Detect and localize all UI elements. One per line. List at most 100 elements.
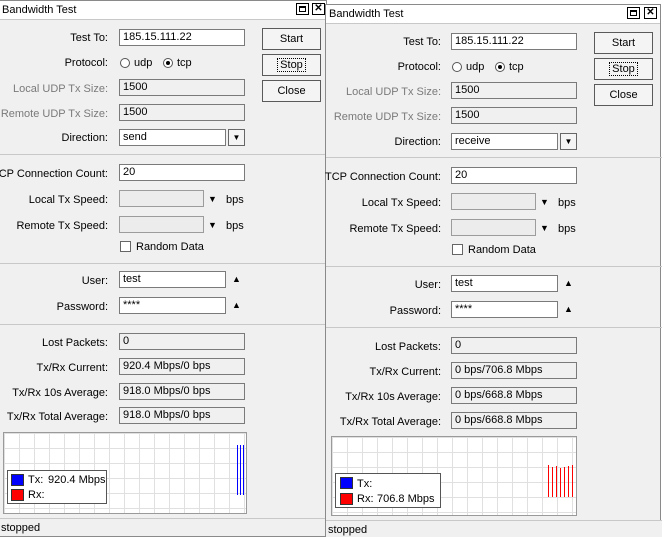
rx-graph-bar bbox=[564, 467, 565, 497]
separator bbox=[326, 327, 662, 328]
remote-tx-speed-dropdown-icon[interactable]: ▼ bbox=[208, 220, 217, 230]
password-field[interactable]: **** bbox=[119, 297, 226, 314]
bandwidth-test-window-left: Bandwidth Test ✕ Test To: 185.15.111.22 … bbox=[0, 0, 328, 537]
remote-tx-speed-field[interactable] bbox=[451, 219, 536, 236]
local-tx-speed-unit: bps bbox=[558, 197, 576, 209]
rx-legend-label: Rx: bbox=[28, 489, 45, 501]
random-data-checkbox[interactable] bbox=[120, 241, 131, 252]
title-bar[interactable]: Bandwidth Test ✕ bbox=[326, 5, 660, 24]
user-field[interactable]: test bbox=[119, 271, 226, 288]
separator bbox=[0, 154, 328, 155]
tx-legend-swatch bbox=[11, 474, 24, 486]
lost-packets-label: Lost Packets: bbox=[41, 337, 108, 349]
traffic-graph: Tx: 920.4 Mbps Rx: bbox=[3, 432, 247, 514]
direction-select[interactable]: send bbox=[119, 129, 226, 146]
graph-legend: Tx: Rx: 706.8 Mbps bbox=[335, 473, 441, 508]
test-to-field[interactable]: 185.15.111.22 bbox=[451, 33, 577, 50]
random-data-checkbox[interactable] bbox=[452, 244, 463, 255]
remote-tx-speed-label: Remote Tx Speed: bbox=[349, 223, 441, 235]
remote-udp-tx-size-label: Remote UDP Tx Size: bbox=[0, 108, 108, 120]
password-collapse-icon[interactable]: ▲ bbox=[232, 300, 241, 310]
local-tx-speed-field[interactable] bbox=[451, 193, 536, 210]
maximize-icon[interactable] bbox=[627, 7, 640, 19]
tcp-connection-count-field[interactable]: 20 bbox=[119, 164, 245, 181]
rx-legend-swatch bbox=[340, 493, 353, 505]
tx-rx-10s-average-label: Tx/Rx 10s Average: bbox=[345, 391, 441, 403]
close-button[interactable]: Close bbox=[594, 84, 653, 106]
udp-radio[interactable] bbox=[452, 62, 462, 72]
status-text: stopped bbox=[328, 524, 368, 536]
close-icon[interactable]: ✕ bbox=[644, 7, 657, 19]
tx-graph-bar bbox=[243, 445, 244, 495]
udp-radio[interactable] bbox=[120, 58, 130, 68]
user-collapse-icon[interactable]: ▲ bbox=[232, 274, 241, 284]
protocol-label: Protocol: bbox=[397, 61, 441, 73]
udp-radio-label: udp bbox=[466, 61, 485, 73]
local-tx-speed-dropdown-icon[interactable]: ▼ bbox=[208, 194, 217, 204]
local-tx-speed-dropdown-icon[interactable]: ▼ bbox=[540, 197, 549, 207]
start-button[interactable]: Start bbox=[594, 32, 653, 54]
tx-rx-current-label: Tx/Rx Current: bbox=[36, 362, 108, 374]
title-bar[interactable]: Bandwidth Test ✕ bbox=[0, 1, 326, 20]
stop-button[interactable]: Stop bbox=[262, 54, 321, 76]
tx-legend-swatch bbox=[340, 477, 353, 489]
user-field[interactable]: test bbox=[451, 275, 558, 292]
tcp-connection-count-label: TCP Connection Count: bbox=[0, 168, 108, 180]
local-udp-tx-size-label: Local UDP Tx Size: bbox=[13, 83, 108, 95]
maximize-icon[interactable] bbox=[296, 3, 309, 15]
direction-dropdown-icon[interactable]: ▼ bbox=[228, 129, 245, 146]
tx-rx-current-field: 0 bps/706.8 Mbps bbox=[451, 362, 577, 379]
test-to-label: Test To: bbox=[403, 36, 441, 48]
close-button[interactable]: Close bbox=[262, 80, 321, 102]
separator bbox=[0, 324, 328, 325]
local-tx-speed-label: Local Tx Speed: bbox=[28, 194, 108, 206]
protocol-label: Protocol: bbox=[64, 57, 108, 69]
local-tx-speed-field[interactable] bbox=[119, 190, 204, 207]
remote-tx-speed-field[interactable] bbox=[119, 216, 204, 233]
remote-tx-speed-unit: bps bbox=[558, 223, 576, 235]
status-text: stopped bbox=[1, 522, 41, 534]
close-icon[interactable]: ✕ bbox=[312, 3, 325, 15]
user-collapse-icon[interactable]: ▲ bbox=[564, 278, 573, 288]
tx-rx-total-average-label: Tx/Rx Total Average: bbox=[6, 411, 108, 423]
tx-rx-10s-average-field: 918.0 Mbps/0 bps bbox=[119, 383, 245, 400]
password-field[interactable]: **** bbox=[451, 301, 558, 318]
stop-button-label: Stop bbox=[277, 58, 306, 72]
remote-tx-speed-unit: bps bbox=[226, 220, 244, 232]
password-label: Password: bbox=[56, 301, 108, 313]
tx-rx-10s-average-label: Tx/Rx 10s Average: bbox=[12, 387, 108, 399]
direction-select[interactable]: receive bbox=[451, 133, 558, 150]
local-tx-speed-label: Local Tx Speed: bbox=[361, 197, 441, 209]
tcp-connection-count-field[interactable]: 20 bbox=[451, 167, 577, 184]
close-button-label: Close bbox=[609, 89, 638, 101]
remote-udp-tx-size-field: 1500 bbox=[451, 107, 577, 124]
traffic-graph: Tx: Rx: 706.8 Mbps bbox=[331, 436, 577, 516]
rx-graph-bar bbox=[556, 466, 557, 497]
user-label: User: bbox=[414, 279, 441, 291]
tx-graph-bar bbox=[240, 445, 241, 495]
remote-udp-tx-size-field: 1500 bbox=[119, 104, 245, 121]
direction-dropdown-icon[interactable]: ▼ bbox=[560, 133, 577, 150]
test-to-field[interactable]: 185.15.111.22 bbox=[119, 29, 245, 46]
rx-legend-label: Rx: bbox=[357, 493, 374, 505]
direction-label: Direction: bbox=[394, 136, 441, 148]
local-udp-tx-size-label: Local UDP Tx Size: bbox=[346, 86, 441, 98]
test-to-label: Test To: bbox=[70, 32, 108, 44]
status-bar bbox=[326, 520, 662, 537]
remote-udp-tx-size-label: Remote UDP Tx Size: bbox=[333, 111, 441, 123]
tcp-radio[interactable] bbox=[495, 62, 505, 72]
stop-button[interactable]: Stop bbox=[594, 58, 653, 80]
remote-tx-speed-dropdown-icon[interactable]: ▼ bbox=[540, 223, 549, 233]
tx-rx-total-average-field: 0 bps/668.8 Mbps bbox=[451, 412, 577, 429]
tx-legend-label: Tx: bbox=[357, 478, 373, 490]
rx-graph-bar bbox=[568, 466, 569, 497]
password-label: Password: bbox=[389, 305, 441, 317]
lost-packets-label: Lost Packets: bbox=[374, 341, 441, 353]
tx-rx-10s-average-field: 0 bps/668.8 Mbps bbox=[451, 387, 577, 404]
rx-legend-value: 706.8 Mbps bbox=[377, 493, 435, 505]
rx-graph-bar bbox=[552, 467, 553, 497]
tcp-radio[interactable] bbox=[163, 58, 173, 68]
password-collapse-icon[interactable]: ▲ bbox=[564, 304, 573, 314]
start-button[interactable]: Start bbox=[262, 28, 321, 50]
separator bbox=[326, 157, 662, 158]
